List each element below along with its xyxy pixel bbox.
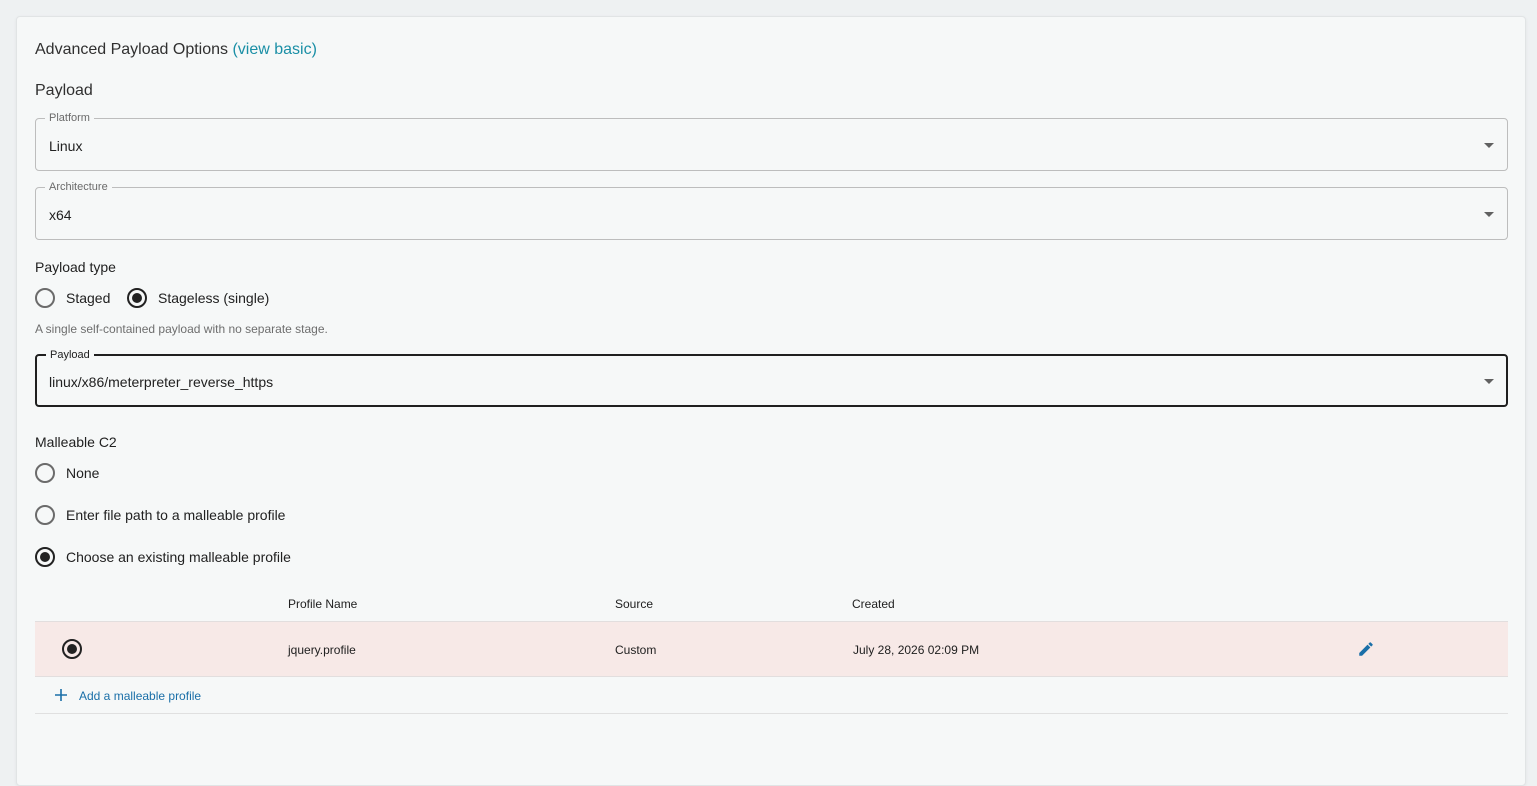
payload-value: linux/x86/meterpreter_reverse_https [49, 374, 274, 390]
edit-pencil-icon[interactable] [1357, 640, 1375, 658]
architecture-select[interactable]: Architecture x64 [35, 180, 1508, 240]
column-header-created[interactable]: Created [852, 597, 895, 611]
radio-stageless-label[interactable]: Stageless (single) [158, 290, 269, 306]
platform-label: Platform [45, 111, 94, 125]
radio-malleable-none-label[interactable]: None [66, 465, 99, 481]
radio-staged[interactable] [35, 288, 55, 308]
radio-staged-label[interactable]: Staged [66, 290, 110, 306]
radio-malleable-file-path-label[interactable]: Enter file path to a malleable profile [66, 507, 285, 523]
row-select-radio[interactable] [62, 639, 82, 659]
column-header-source[interactable]: Source [615, 597, 653, 611]
architecture-label: Architecture [45, 180, 112, 194]
plus-icon[interactable] [53, 687, 69, 703]
chevron-down-icon [1484, 212, 1494, 217]
architecture-value: x64 [49, 207, 72, 223]
radio-stageless[interactable] [127, 288, 147, 308]
page-title: Advanced Payload Options (view basic) [35, 41, 317, 59]
radio-malleable-existing[interactable] [35, 547, 55, 567]
radio-malleable-file-path[interactable] [35, 505, 55, 525]
advanced-payload-options-card: Advanced Payload Options (view basic) Pa… [16, 16, 1526, 786]
radio-malleable-existing-label[interactable]: Choose an existing malleable profile [66, 549, 291, 565]
row-source: Custom [615, 643, 657, 657]
payload-type-heading: Payload type [35, 259, 116, 275]
chevron-down-icon [1484, 379, 1494, 384]
add-malleable-profile-link[interactable]: Add a malleable profile [79, 689, 201, 703]
divider [35, 713, 1508, 714]
row-created: July 28, 2026 02:09 PM [853, 643, 980, 657]
table-row[interactable] [35, 621, 1508, 677]
page-title-text: Advanced Payload Options [35, 41, 229, 58]
payload-label: Payload [46, 348, 94, 362]
payload-select[interactable]: Payload linux/x86/meterpreter_reverse_ht… [35, 348, 1508, 407]
payload-section-heading: Payload [35, 82, 93, 99]
row-profile-name: jquery.profile [288, 643, 356, 657]
view-basic-link[interactable]: (view basic) [232, 41, 316, 58]
chevron-down-icon [1484, 143, 1494, 148]
payload-type-helper-text: A single self-contained payload with no … [35, 322, 328, 336]
column-header-profile-name[interactable]: Profile Name [288, 597, 357, 611]
malleable-c2-heading: Malleable C2 [35, 434, 117, 450]
platform-select[interactable]: Platform Linux [35, 111, 1508, 171]
platform-value: Linux [49, 138, 83, 154]
radio-malleable-none[interactable] [35, 463, 55, 483]
